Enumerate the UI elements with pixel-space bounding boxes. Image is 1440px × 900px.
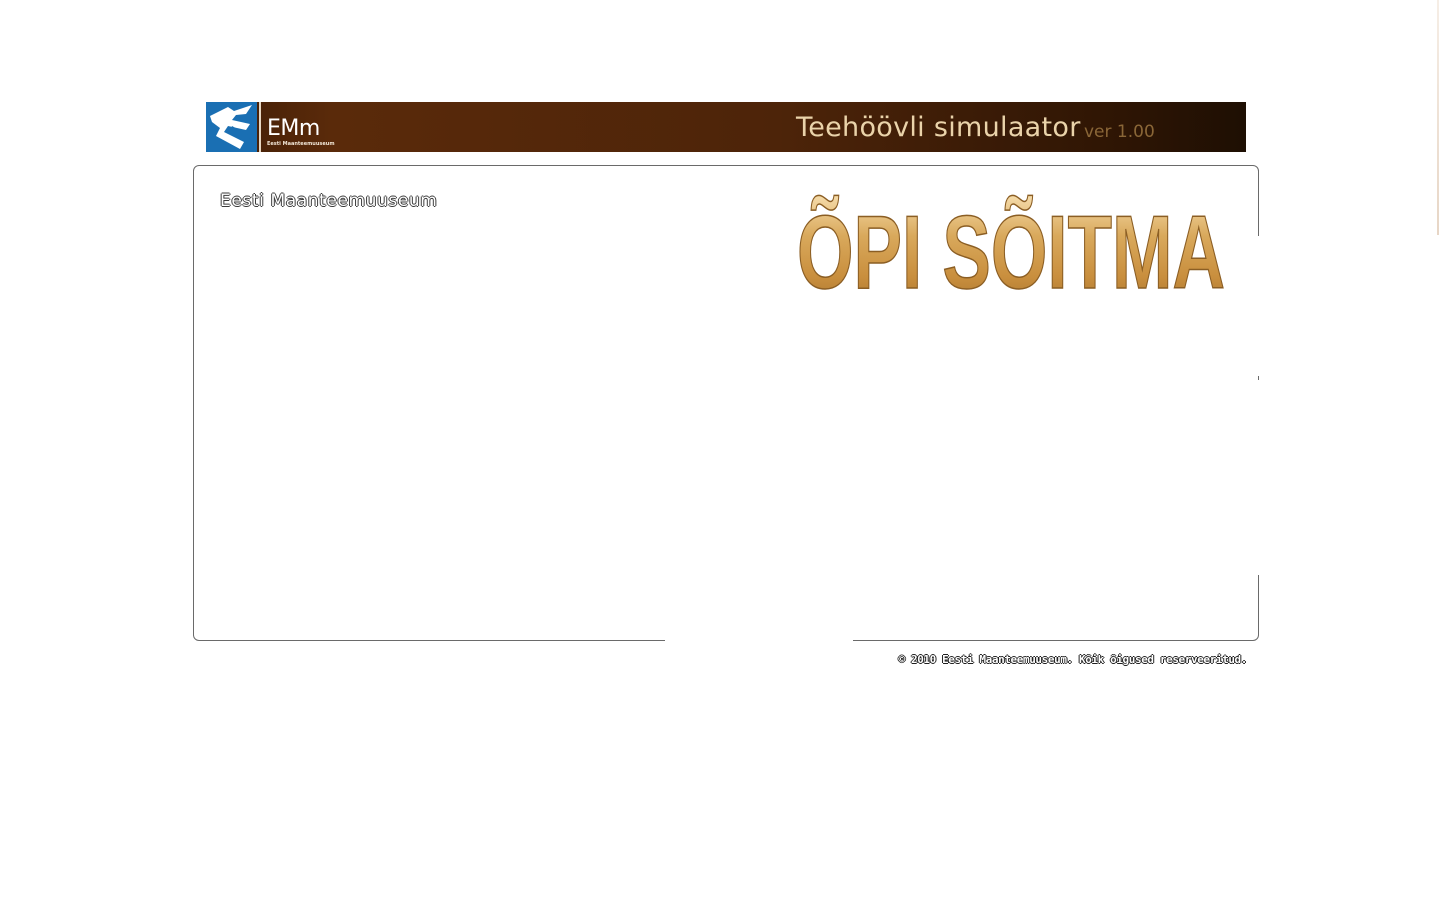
edge-accent-line [1437,0,1439,235]
learn-to-drive-banner: ÕPI SÕITMA [796,194,1226,298]
app-window: EMm Eesti Maanteemuuseum Teehöövli simul… [0,0,1440,900]
app-version: ver 1.00 [1084,122,1155,142]
panel-border-gap [1256,236,1262,376]
logo-separator [259,102,261,152]
panel-border-gap [1256,380,1262,575]
copyright-notice: © 2010 Eesti Maanteemuuseum. Kõik õiguse… [898,653,1248,666]
road-bird-logo-icon [206,102,257,152]
museum-label: Eesti Maanteemuuseum [220,191,438,211]
app-title: Teehöövli simulaator [796,112,1081,143]
banner-text: ÕPI SÕITMA [797,195,1225,298]
panel-border-gap [665,637,853,645]
header-banner: EMm Eesti Maanteemuuseum Teehöövli simul… [206,102,1246,152]
logo-wordmark: EMm [267,116,320,141]
logo-subtitle: Eesti Maanteemuuseum [267,141,335,147]
